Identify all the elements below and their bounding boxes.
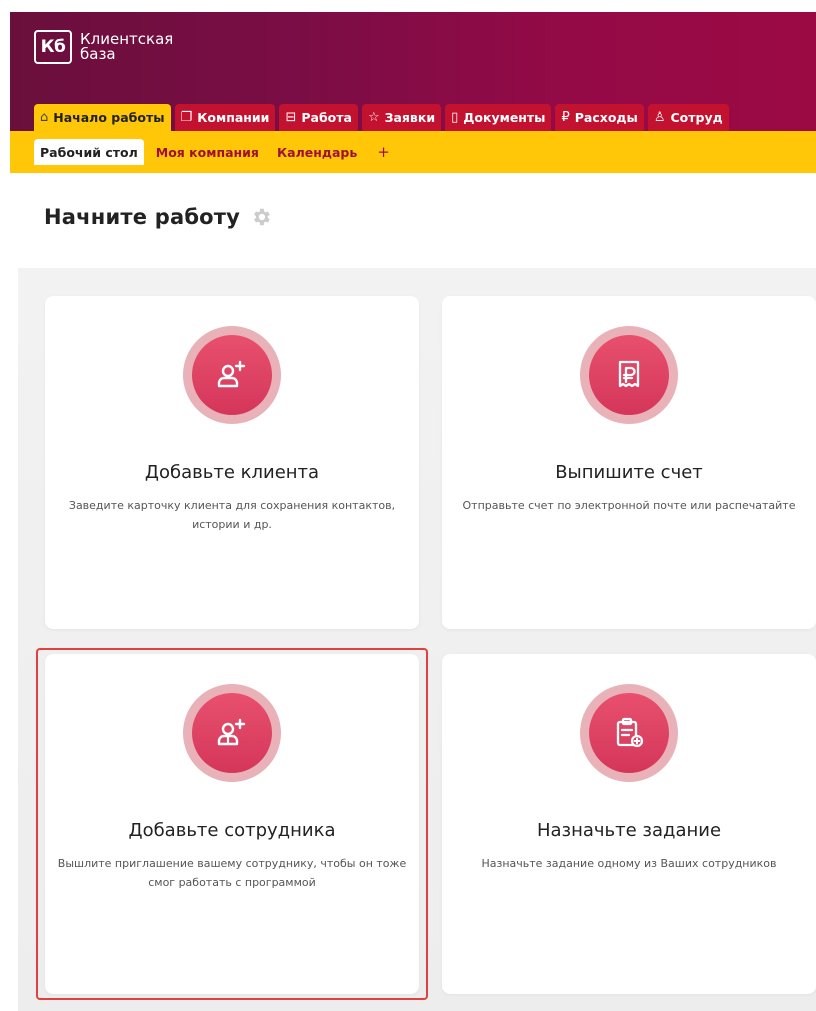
subtab-desktop[interactable]: Рабочий стол [34,139,144,165]
card-title: Добавьте сотрудника [128,820,336,841]
icon-circle-inner [589,693,669,773]
ruble-icon: ₽ [561,110,570,125]
card-description: Заведите карточку клиента для сохранения… [68,499,396,531]
tab-label: Расходы [574,110,638,125]
card-description: Вышлите приглашение вашему сотруднику, ч… [57,857,407,889]
document-icon: ▯ [451,110,459,125]
logo-mark: Кб [34,30,72,64]
card-title: Выпишите счет [555,462,703,483]
icon-circle-inner [192,693,272,773]
icon-circle-inner [192,335,272,415]
card-issue-invoice[interactable]: Выпишите счет Отправьте счет по электрон… [442,296,816,629]
card-description: Отправьте счет по электронной почте или … [462,499,796,512]
card-title: Добавьте клиента [144,462,320,483]
app-header: Кб Клиентская база ⌂ Начало работы ❐ Ком… [10,12,816,131]
icon-circle [183,326,281,424]
sub-navigation: Рабочий стол Моя компания Календарь + [10,131,816,173]
card-title: Назначьте задание [536,820,722,841]
tab-label: Компании [197,110,270,125]
tab-requests[interactable]: ☆ Заявки [361,104,442,131]
star-icon: ☆ [367,110,380,125]
home-icon: ⌂ [40,110,49,125]
add-employee-icon [217,718,246,746]
icon-circle [580,684,678,782]
gear-icon[interactable] [250,206,272,228]
card-description: Назначьте задание одному из Ваших сотруд… [481,857,777,870]
receipt-ruble-icon [618,360,640,388]
tab-label: Заявки [384,110,436,125]
briefcase-icon: ⊟ [285,110,297,125]
tab-companies[interactable]: ❐ Компании [174,104,276,131]
copy-icon: ❐ [180,110,193,125]
card-assign-task[interactable]: Назначьте задание Назначьте задание одно… [442,654,816,994]
icon-circle [580,326,678,424]
tab-work[interactable]: ⊟ Работа [279,104,358,131]
card-add-client[interactable]: Добавьте клиента Заведите карточку клиен… [45,296,419,629]
subtab-my-company[interactable]: Моя компания [150,139,265,165]
main-tabs: ⌂ Начало работы ❐ Компании ⊟ Работа ☆ За… [34,104,733,131]
tab-expenses[interactable]: ₽ Расходы [555,104,644,131]
tab-documents[interactable]: ▯ Документы [445,104,552,131]
tab-label: Начало работы [53,110,165,125]
subtab-calendar[interactable]: Календарь [271,139,363,165]
logo-text: Клиентская база [80,32,173,62]
tab-label: Документы [463,110,546,125]
logo-name-line2: база [80,45,116,63]
users-icon: ♙ [653,110,666,125]
tab-start[interactable]: ⌂ Начало работы [34,104,171,131]
clipboard-add-icon [616,717,644,748]
add-subtab-button[interactable]: + [377,143,390,161]
page-title-row: Начните работу [44,205,272,229]
tab-employees[interactable]: ♙ Сотруд [647,104,729,131]
app-logo[interactable]: Кб Клиентская база [34,30,173,64]
page-title: Начните работу [44,205,241,229]
tab-label: Сотруд [670,110,723,125]
page: Кб Клиентская база ⌂ Начало работы ❐ Ком… [0,0,816,1011]
card-add-employee[interactable]: Добавьте сотрудника Вышлите приглашение … [45,654,419,994]
add-user-icon [217,360,246,388]
icon-circle-inner [589,335,669,415]
icon-circle [183,684,281,782]
tab-label: Работа [301,110,352,125]
